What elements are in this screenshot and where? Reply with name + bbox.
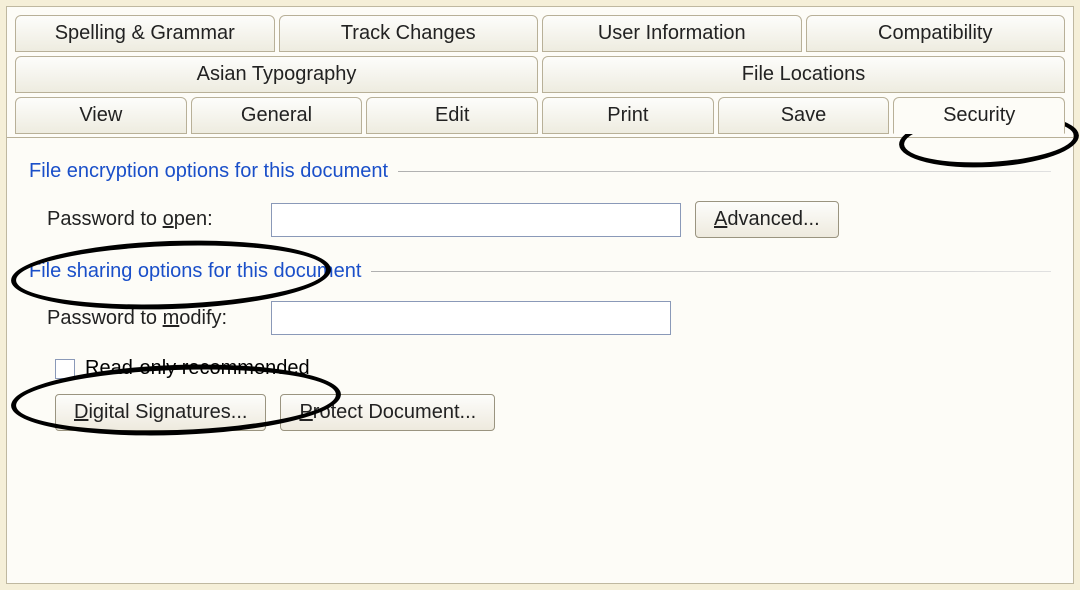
encryption-group-header: File encryption options for this documen… [29,160,1051,183]
tab-print[interactable]: Print [542,97,714,134]
password-modify-input[interactable] [271,301,671,335]
security-panel: File encryption options for this documen… [7,137,1073,441]
password-modify-label: Password to modify: [47,307,257,330]
tab-general[interactable]: General [191,97,363,134]
tab-user-information[interactable]: User Information [542,15,802,52]
advanced-button[interactable]: Advanced... [695,201,839,238]
divider-line [371,271,1051,272]
tab-track-changes[interactable]: Track Changes [279,15,539,52]
tab-row-2: Asian Typography File Locations [15,56,1065,93]
tab-row-3: View General Edit Print Save Security [15,97,1065,134]
password-open-input[interactable] [271,203,681,237]
tab-asian-typography[interactable]: Asian Typography [15,56,538,93]
sharing-buttons-row: Digital Signatures... Protect Document..… [55,394,1051,431]
password-open-row: Password to open: Advanced... [47,201,1051,238]
tab-file-locations[interactable]: File Locations [542,56,1065,93]
readonly-label: Read-only recommended [85,357,310,380]
divider-line [398,171,1051,172]
tab-view[interactable]: View [15,97,187,134]
tab-save[interactable]: Save [718,97,890,134]
digital-signatures-button[interactable]: Digital Signatures... [55,394,266,431]
tab-spelling-grammar[interactable]: Spelling & Grammar [15,15,275,52]
tab-compatibility[interactable]: Compatibility [806,15,1066,52]
protect-document-button[interactable]: Protect Document... [280,394,495,431]
sharing-group-label: File sharing options for this document [29,260,361,283]
encryption-group-label: File encryption options for this documen… [29,160,388,183]
sharing-group-header: File sharing options for this document [29,260,1051,283]
tab-container: Spelling & Grammar Track Changes User In… [7,7,1073,134]
readonly-checkbox[interactable] [55,359,75,379]
options-dialog: Spelling & Grammar Track Changes User In… [6,6,1074,584]
tab-edit[interactable]: Edit [366,97,538,134]
password-modify-row: Password to modify: [47,301,1051,335]
tab-security[interactable]: Security [893,97,1065,134]
readonly-row[interactable]: Read-only recommended [55,357,1051,380]
tab-row-1: Spelling & Grammar Track Changes User In… [15,15,1065,52]
password-open-label: Password to open: [47,208,257,231]
